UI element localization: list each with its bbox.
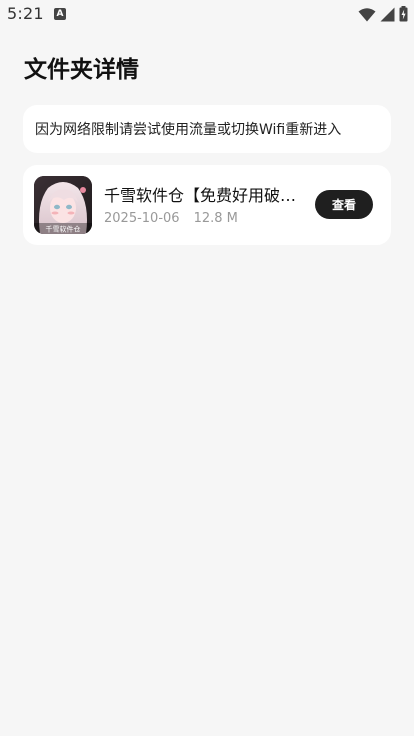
cell-signal-icon [380, 7, 395, 22]
file-size: 12.8 M [193, 211, 238, 226]
file-name: 千雪软件仓【免费好用破解软件 [104, 186, 304, 205]
battery-charging-icon [399, 6, 408, 22]
network-notice-text: 因为网络限制请尝试使用流量或切换Wifi重新进入 [35, 122, 342, 138]
app-notification-icon: A [54, 8, 66, 20]
thumbnail-caption: 千雪软件仓 [46, 225, 81, 234]
page-title: 文件夹详情 [24, 57, 139, 83]
file-list-item[interactable]: 千雪软件仓 千雪软件仓【免费好用破解软件 2025-10-06 12.8 M 查看 [23, 165, 391, 245]
view-button[interactable]: 查看 [315, 190, 373, 219]
status-bar: 5:21 A [0, 0, 414, 28]
file-meta: 2025-10-06 12.8 M [104, 211, 238, 226]
wifi-icon [358, 7, 376, 22]
network-notice-card: 因为网络限制请尝试使用流量或切换Wifi重新进入 [23, 105, 391, 153]
file-date: 2025-10-06 [104, 211, 180, 226]
file-thumbnail: 千雪软件仓 [34, 176, 92, 234]
status-icons [358, 5, 408, 23]
status-time: 5:21 [7, 4, 44, 23]
